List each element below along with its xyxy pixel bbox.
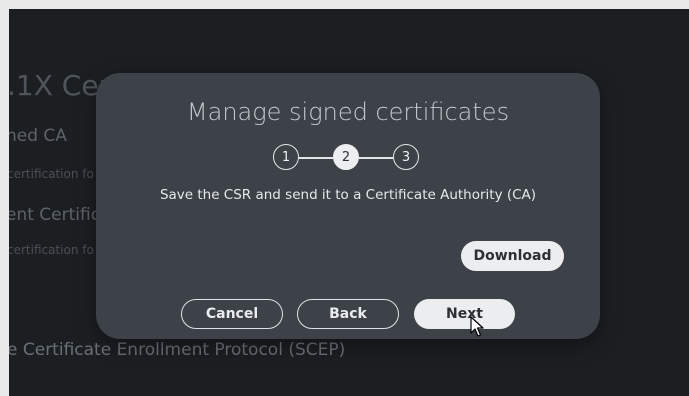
download-button[interactable]: Download xyxy=(461,241,564,271)
dialog-message: Save the CSR and send it to a Certificat… xyxy=(159,187,537,203)
wizard-stepper: 1 2 3 xyxy=(273,144,423,174)
manage-certificates-dialog: Manage signed certificates 1 2 3 Save th… xyxy=(96,73,600,339)
back-button[interactable]: Back xyxy=(297,299,399,329)
step-3: 3 xyxy=(393,144,419,170)
next-button[interactable]: Next xyxy=(414,299,515,329)
step-1: 1 xyxy=(273,144,299,170)
cancel-button[interactable]: Cancel xyxy=(181,299,283,329)
section-heading-ca: ned CA xyxy=(9,126,67,146)
step-connector xyxy=(299,157,333,159)
section-heading-scep: e Certificate Enrollment Protocol (SCEP) xyxy=(9,340,346,360)
step-2-active: 2 xyxy=(333,144,359,170)
mouse-pointer-icon xyxy=(470,316,484,337)
app-screen: .1X Certi ned CA certification fo ent Ce… xyxy=(9,9,689,396)
section-heading-client-certificate: ent Certific xyxy=(9,205,101,225)
dialog-title: Manage signed certificates xyxy=(186,98,510,126)
step-connector xyxy=(359,157,393,159)
section-description-client-certificate: certification fo xyxy=(9,243,94,257)
section-description-ca: certification fo xyxy=(9,167,94,181)
